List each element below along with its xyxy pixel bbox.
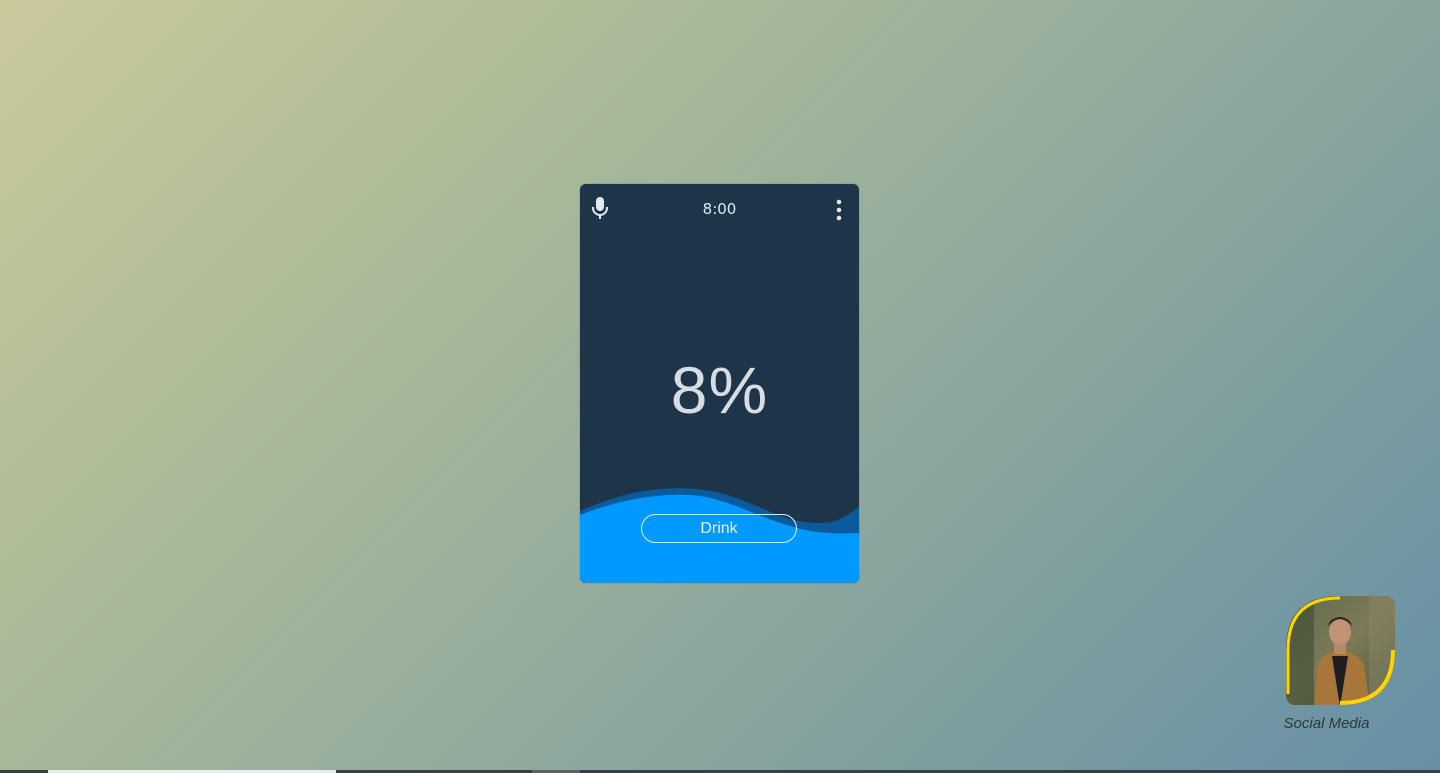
- profile-caption: Social Media: [1283, 715, 1370, 732]
- avatar: [1286, 596, 1395, 705]
- profile-avatar-link[interactable]: [1284, 594, 1397, 707]
- card-top-bar: 8:00: [580, 184, 859, 234]
- water-tracker-card: 8:00 8% Drink: [580, 184, 859, 583]
- hydration-percent: 8%: [670, 353, 769, 427]
- clock-time: 8:00: [702, 200, 737, 218]
- more-vertical-icon[interactable]: [829, 199, 849, 221]
- drink-button[interactable]: Drink: [641, 514, 797, 543]
